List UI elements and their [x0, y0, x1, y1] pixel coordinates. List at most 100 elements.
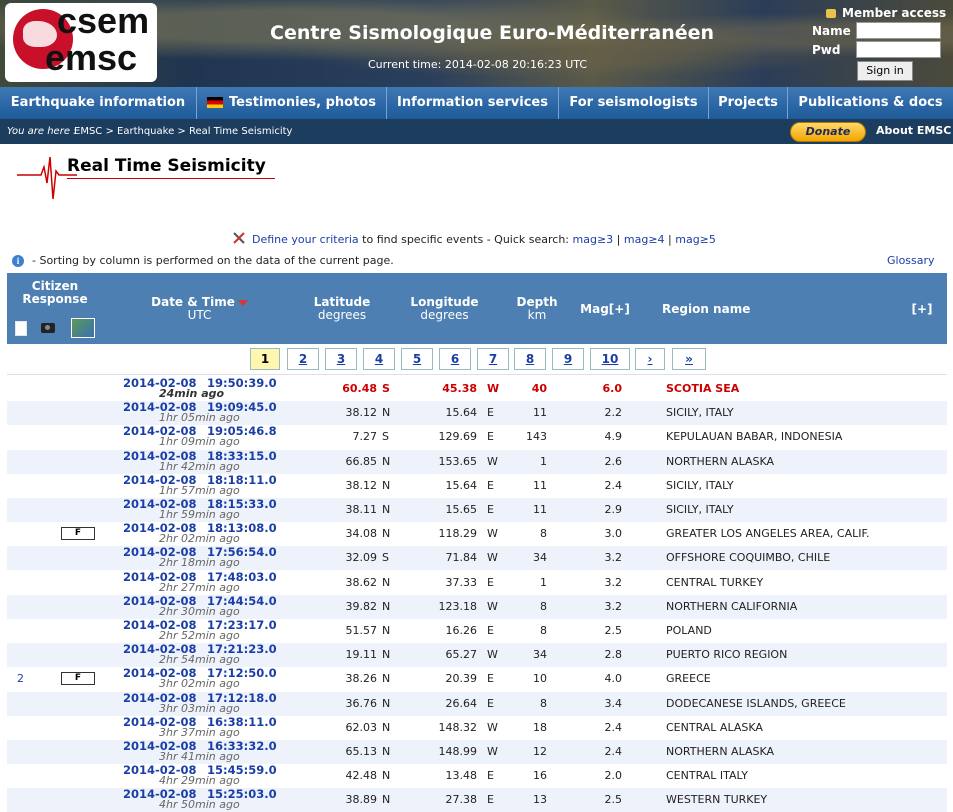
quick-search-mag3-link[interactable]: mag≥3	[573, 233, 614, 246]
next-page-link[interactable]: ›	[635, 348, 665, 370]
longitude-hemisphere: E	[487, 624, 494, 637]
time-ago: 24min ago	[159, 387, 225, 400]
camera-icon[interactable]	[41, 323, 55, 333]
quick-search-mag5-link[interactable]: mag≥5	[675, 233, 716, 246]
quick-search-mag4-link[interactable]: mag≥4	[624, 233, 665, 246]
felt-report-button[interactable]: F	[61, 672, 95, 686]
separator: |	[613, 233, 624, 246]
table-row[interactable]: 2014-02-08 15:45:59.0 4hr 29min ago 42.48 N 1…	[7, 764, 947, 788]
table-row[interactable]: 2014-02-08 18:33:15.0 1hr 42min ago 66.85 N 1…	[7, 449, 947, 474]
breadcrumb[interactable]: EMSC > Earthquake > Real Time Seismicity	[74, 119, 292, 144]
col-latitude[interactable]: Latitude degrees	[302, 296, 382, 322]
table-row[interactable]: 2014-02-08 19:09:45.0 1hr 05min ago 38.12 N 1…	[7, 401, 947, 426]
table-row[interactable]: 2014-02-08 17:12:18.0 3hr 03min ago 36.76 N 2…	[7, 691, 947, 716]
nav-earthquake-information[interactable]: Earthquake information	[0, 87, 197, 119]
donate-button[interactable]: Donate	[790, 122, 866, 142]
table-row[interactable]: 2014-02-08 15:25:03.0 4hr 50min ago 38.89 N 2…	[7, 788, 947, 812]
name-input[interactable]	[856, 22, 941, 39]
latitude-value: 7.27	[352, 430, 378, 444]
time-ago: 2hr 52min ago	[159, 629, 240, 642]
page-link[interactable]: 2	[287, 348, 319, 370]
logo-text-csem: csem	[57, 0, 150, 41]
magnitude-value: 2.0	[604, 769, 623, 783]
table-row[interactable]: 2014-02-08 17:23:17.0 2hr 52min ago 51.57 N 1…	[7, 619, 947, 643]
table-row[interactable]: 2014-02-08 17:56:54.0 2hr 18min ago 32.09 S 7…	[7, 546, 947, 571]
time-ago: 4hr 29min ago	[159, 774, 240, 788]
nav-publications-docs[interactable]: Publications & docs	[788, 87, 953, 119]
table-row[interactable]: 2014-02-08 18:15:33.0 1hr 59min ago 38.11 N 1…	[7, 498, 947, 522]
tools-icon	[233, 232, 245, 244]
table-row[interactable]: 2014-02-08 19:05:46.8 1hr 09min ago 7.27 S 12…	[7, 425, 947, 449]
testimony-count[interactable]: 2	[17, 672, 24, 685]
criteria-bar: Define your criteria to find specific ev…	[232, 229, 716, 246]
col-depth[interactable]: Depth km	[507, 296, 567, 322]
page-link[interactable]: 5	[401, 348, 433, 370]
region-name: OFFSHORE COQUIMBO, CHILE	[666, 551, 831, 565]
depth-value: 10	[533, 672, 547, 686]
depth-value: 34	[533, 551, 547, 565]
longitude-hemisphere: W	[487, 720, 498, 734]
glossary-link[interactable]: Glossary	[887, 254, 935, 267]
magnitude-value: 2.2	[604, 406, 623, 420]
expand-columns-button[interactable]: [+]	[907, 303, 937, 316]
longitude-value: 37.33	[445, 575, 478, 589]
time-ago: 3hr 03min ago	[159, 701, 240, 715]
longitude-hemisphere: W	[487, 551, 498, 565]
pwd-label: Pwd	[812, 43, 841, 57]
magnitude-value: 3.0	[604, 527, 623, 541]
region-name: KEPULAUAN BABAR, INDONESIA	[666, 430, 843, 444]
latitude-value: 38.12	[345, 478, 378, 492]
longitude-value: 20.39	[445, 672, 478, 686]
nav-testimonies-photos[interactable]: Testimonies, photos	[197, 87, 387, 119]
longitude-hemisphere: E	[487, 430, 494, 444]
table-row[interactable]: 2014-02-08 17:21:23.0 2hr 54min ago 19.11 N 6…	[7, 643, 947, 668]
region-name: GREECE	[666, 672, 711, 686]
magnitude-value: 2.9	[604, 503, 623, 516]
table-row[interactable]: 2014-02-08 19:50:39.0 24min ago 60.48 S 45.38…	[7, 377, 947, 401]
table-row[interactable]: 2014-02-08 18:13:08.0 2hr 02min ago 34.08 N 1…	[7, 522, 947, 546]
password-input[interactable]	[856, 41, 941, 58]
region-name: CENTRAL TURKEY	[666, 575, 764, 589]
longitude-value: 15.64	[445, 406, 478, 420]
latitude-hemisphere: N	[382, 478, 391, 492]
last-page-link[interactable]: »	[672, 348, 706, 370]
member-access-label: Member access	[842, 6, 947, 20]
latitude-hemisphere: N	[382, 720, 391, 734]
sign-in-button[interactable]: Sign in	[857, 61, 913, 81]
about-emsc-link[interactable]: About EMSC	[876, 124, 951, 137]
col-date-time[interactable]: Date & Time UTC	[137, 296, 262, 322]
table-row[interactable]: 2014-02-08 17:44:54.0 2hr 30min ago 39.82 N 1…	[7, 594, 947, 619]
page-link[interactable]: 4	[363, 348, 395, 370]
latitude-value: 34.08	[345, 527, 378, 541]
table-row[interactable]: 2014-02-08 18:18:11.0 1hr 57min ago 38.12 N 1…	[7, 474, 947, 498]
table-row[interactable]: 2014-02-08 17:48:03.0 2hr 27min ago 38.62 N 3…	[7, 571, 947, 595]
document-icon[interactable]	[15, 321, 27, 336]
page-link[interactable]: 9	[552, 348, 584, 370]
main-nav: Earthquake information Testimonies, phot…	[0, 87, 953, 119]
define-criteria-link[interactable]: Define your criteria	[252, 233, 359, 246]
table-row[interactable]: 2014-02-08 17:12:50.0 3hr 02min ago 38.26 N 2…	[7, 667, 947, 691]
page-link-current[interactable]: 1	[250, 348, 280, 370]
col-magnitude[interactable]: Mag[+]	[575, 303, 635, 316]
longitude-value: 15.64	[445, 478, 478, 492]
nav-information-services[interactable]: Information services	[387, 87, 559, 119]
lock-icon	[826, 9, 836, 18]
time-ago: 1hr 57min ago	[159, 483, 240, 497]
longitude-value: 15.65	[445, 503, 478, 516]
felt-report-button[interactable]: F	[61, 527, 95, 541]
page-link[interactable]: 7	[477, 348, 509, 370]
table-row[interactable]: 2014-02-08 16:33:32.0 3hr 41min ago 65.13 N 1…	[7, 740, 947, 764]
table-row[interactable]: 2014-02-08 16:38:11.0 3hr 37min ago 62.03 N 1…	[7, 716, 947, 740]
col-longitude[interactable]: Longitude degrees	[402, 296, 487, 322]
latitude-value: 65.13	[345, 745, 378, 758]
page-link[interactable]: 10	[590, 348, 630, 370]
page-link[interactable]: 6	[439, 348, 471, 370]
csem-emsc-logo[interactable]: csem emsc	[5, 3, 157, 82]
map-icon[interactable]	[71, 318, 95, 338]
col-region-name[interactable]: Region name	[662, 303, 772, 316]
nav-projects[interactable]: Projects	[709, 87, 788, 119]
page-link[interactable]: 8	[514, 348, 546, 370]
page-link[interactable]: 3	[325, 348, 357, 370]
nav-for-seismologists[interactable]: For seismologists	[559, 87, 709, 119]
region-name: CENTRAL ITALY	[666, 769, 748, 783]
